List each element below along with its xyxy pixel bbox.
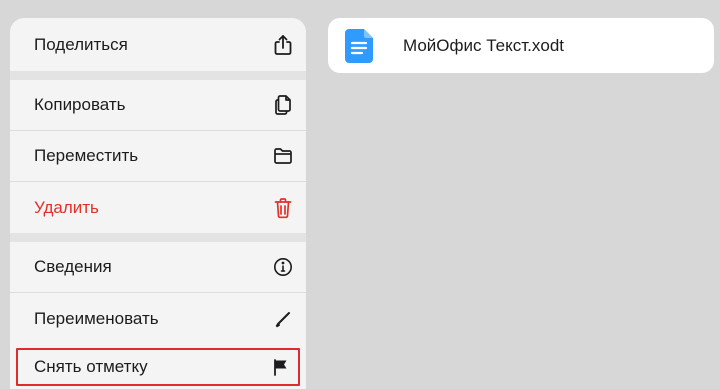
menu-item-delete[interactable]: Удалить xyxy=(10,182,306,233)
menu-item-unflag[interactable]: Снять отметку xyxy=(16,348,300,386)
pencil-icon xyxy=(272,308,294,330)
menu-item-info[interactable]: Сведения xyxy=(10,242,306,293)
trash-icon xyxy=(272,197,294,219)
menu-group-separator xyxy=(10,71,306,80)
context-menu: Поделиться Копировать Переместить Удалит… xyxy=(10,18,306,389)
menu-item-label: Поделиться xyxy=(34,34,128,54)
menu-item-move[interactable]: Переместить xyxy=(10,131,306,182)
menu-item-label: Снять отметку xyxy=(34,357,148,376)
menu-item-label: Переименовать xyxy=(34,308,159,328)
menu-item-label: Удалить xyxy=(34,197,99,217)
menu-item-copy[interactable]: Копировать xyxy=(10,80,306,131)
folder-icon xyxy=(272,145,294,167)
menu-group-separator xyxy=(10,233,306,242)
text-document-icon xyxy=(343,27,375,65)
menu-item-share[interactable]: Поделиться xyxy=(10,18,306,71)
copy-icon xyxy=(272,94,294,116)
share-icon xyxy=(272,34,294,56)
menu-item-rename[interactable]: Переименовать xyxy=(10,293,306,344)
menu-item-label: Сведения xyxy=(34,257,112,276)
flag-icon xyxy=(270,356,292,378)
menu-item-label: Переместить xyxy=(34,146,139,165)
menu-item-label: Копировать xyxy=(34,95,126,114)
info-icon xyxy=(272,256,294,278)
file-name: МойОфис Текст.xodt xyxy=(403,35,565,55)
file-card[interactable]: МойОфис Текст.xodt xyxy=(328,18,714,73)
